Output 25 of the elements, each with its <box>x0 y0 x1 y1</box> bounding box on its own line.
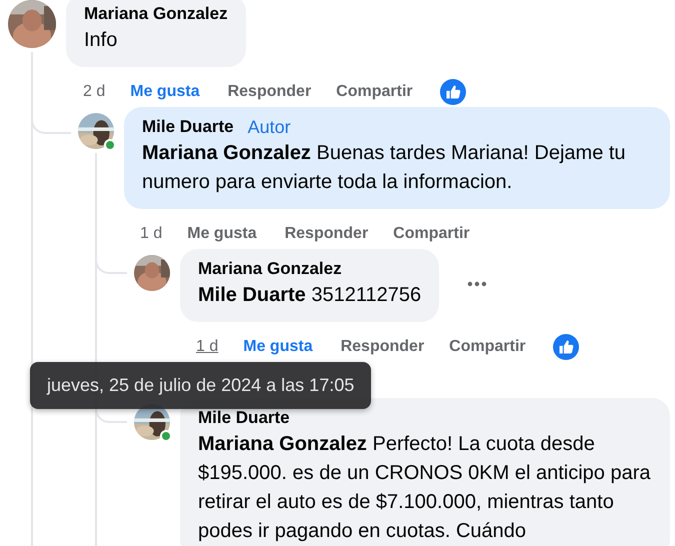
timestamp-link[interactable]: 2 d <box>83 83 106 101</box>
timestamp-link[interactable]: 1 d <box>196 338 218 356</box>
like-link[interactable]: Me gusta <box>187 225 257 243</box>
share-link[interactable]: Compartir <box>393 225 470 243</box>
reply-link[interactable]: Responder <box>284 225 368 243</box>
comment-text: Mile Duarte 3512112756 <box>198 283 422 308</box>
author-name[interactable]: Mile Duarte <box>142 117 234 137</box>
comment-text: Mariana Gonzalez Buenas tardes Mariana! Dejame tu numero para enviarte toda la informacion. <box>142 141 627 195</box>
like-reaction-icon[interactable] <box>440 79 466 105</box>
comment-text: Mariana Gonzalez Perfecto! La cuota desde $195.000. es de un CRONOS 0KM el anticipo para retirar el auto es de $7.100.000, mientras tanto podes ir pagando en cuotas. Cuándo <box>198 432 652 544</box>
timestamp-link[interactable]: 1 d <box>140 225 162 243</box>
author-name[interactable]: Mile Duarte <box>198 408 290 428</box>
like-reaction-icon[interactable] <box>552 334 579 360</box>
like-link[interactable]: Me gusta <box>130 83 200 101</box>
date-tooltip: jueves, 25 de julio de 2024 a las 17:05 <box>30 362 372 409</box>
author-label: Autor <box>248 116 291 138</box>
more-icon[interactable] <box>467 281 488 287</box>
comment-text: Info <box>84 28 118 53</box>
reply-link[interactable]: Responder <box>340 338 424 356</box>
author-name[interactable]: Mariana Gonzalez <box>198 259 342 279</box>
share-link[interactable]: Compartir <box>336 83 413 101</box>
reply-link[interactable]: Responder <box>228 83 312 101</box>
author-name[interactable]: Mariana Gonzalez <box>84 4 228 24</box>
like-link[interactable]: Me gusta <box>243 338 313 356</box>
share-link[interactable]: Compartir <box>449 338 526 356</box>
